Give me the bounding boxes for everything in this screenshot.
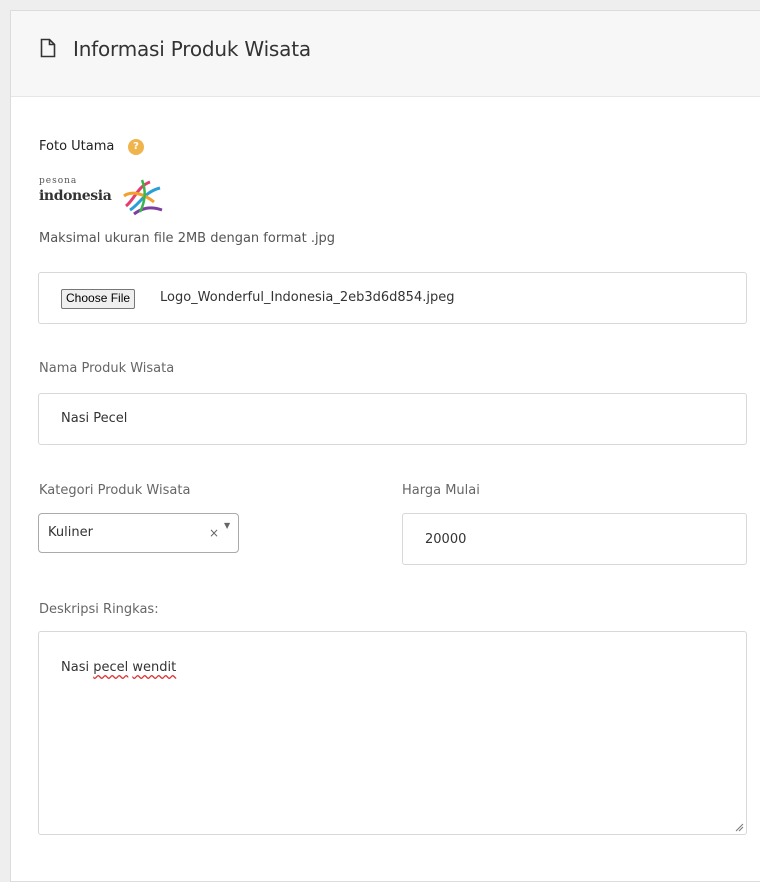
- deskripsi-textarea[interactable]: Nasi pecel wendit: [38, 631, 747, 835]
- resize-handle-icon[interactable]: [734, 822, 744, 832]
- chevron-down-icon[interactable]: ▼: [224, 521, 230, 530]
- kategori-select[interactable]: Kuliner × ▼: [38, 513, 239, 553]
- file-input[interactable]: Choose File Logo_Wonderful_Indonesia_2eb…: [38, 272, 747, 324]
- nama-produk-value: Nasi Pecel: [61, 411, 128, 426]
- misspelled-word: wendit: [132, 660, 177, 675]
- product-info-panel: Informasi Produk Wisata Foto Utama ? pes…: [10, 10, 760, 882]
- document-icon: [40, 38, 56, 58]
- file-name-text: Logo_Wonderful_Indonesia_2eb3d6d854.jpeg: [160, 290, 455, 305]
- harga-mulai-label: Harga Mulai: [402, 483, 480, 498]
- nama-produk-input[interactable]: Nasi Pecel: [38, 393, 747, 445]
- choose-file-button[interactable]: Choose File: [61, 289, 136, 309]
- pesona-indonesia-logo: pesona indonesia: [39, 176, 167, 216]
- logo-text-bottom: indonesia: [39, 188, 112, 204]
- file-help-text: Maksimal ukuran file 2MB dengan format .…: [39, 231, 336, 246]
- deskripsi-label: Deskripsi Ringkas:: [39, 602, 159, 617]
- kategori-selected-value: Kuliner: [48, 525, 93, 540]
- foto-utama-label: Foto Utama: [39, 139, 115, 154]
- logo-text-top: pesona: [39, 176, 78, 186]
- kategori-label: Kategori Produk Wisata: [39, 483, 191, 498]
- misspelled-word: pecel: [93, 660, 129, 675]
- panel-title: Informasi Produk Wisata: [73, 37, 311, 61]
- harga-mulai-input[interactable]: 20000: [402, 513, 747, 565]
- deskripsi-text-plain: Nasi: [61, 660, 94, 675]
- logo-mark: [123, 179, 163, 216]
- panel-header: Informasi Produk Wisata: [11, 11, 760, 97]
- question-icon[interactable]: ?: [128, 139, 144, 155]
- clear-icon[interactable]: ×: [209, 526, 219, 540]
- nama-produk-label: Nama Produk Wisata: [39, 361, 175, 376]
- deskripsi-value: Nasi pecel wendit: [61, 660, 176, 675]
- harga-mulai-value: 20000: [425, 532, 467, 547]
